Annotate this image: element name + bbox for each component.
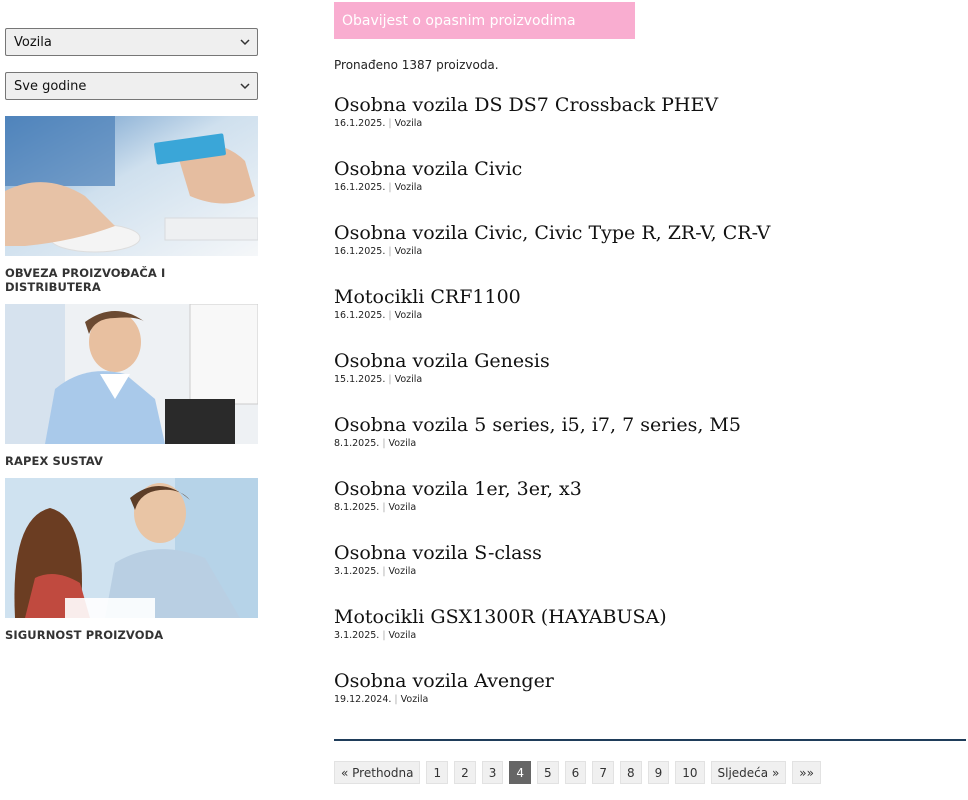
- pagination-page-9[interactable]: 9: [647, 761, 670, 784]
- list-item: Osobna vozila Civic, Civic Type R, ZR-V,…: [334, 222, 966, 286]
- item-date: 16.1.2025.: [334, 246, 386, 257]
- item-title-link[interactable]: Osobna vozila Civic: [334, 158, 966, 180]
- pagination-next-button[interactable]: Sljedeća »: [710, 761, 787, 784]
- pagination-page-5[interactable]: 5: [537, 761, 559, 784]
- list-item: Osobna vozila Avenger 19.12.2024. | Vozila: [334, 670, 966, 734]
- sidebar: Vozila Sve godine OBVEZA PROIZVOĐAČA I D…: [5, 28, 258, 652]
- meta-separator: |: [388, 310, 392, 321]
- item-title-link[interactable]: Motocikli CRF1100: [334, 286, 966, 308]
- pagination-prev-button[interactable]: « Prethodna: [334, 761, 421, 784]
- promo-caption[interactable]: SIGURNOST PROIZVODA: [5, 628, 258, 642]
- item-category-link[interactable]: Vozila: [395, 118, 423, 129]
- meta-separator: |: [388, 374, 392, 385]
- meta-separator: |: [382, 502, 386, 513]
- list-item: Osobna vozila 5 series, i5, i7, 7 series…: [334, 414, 966, 478]
- chevron-down-icon: [240, 83, 250, 90]
- promo-caption[interactable]: OBVEZA PROIZVOĐAČA I DISTRIBUTERA: [5, 266, 258, 294]
- promo-product-safety[interactable]: SIGURNOST PROIZVODA: [5, 478, 258, 642]
- pagination-page-3[interactable]: 3: [481, 761, 504, 784]
- promo-image-hands-card[interactable]: [5, 116, 258, 256]
- list-item: Osobna vozila S-class 3.1.2025. | Vozila: [334, 542, 966, 606]
- item-date: 16.1.2025.: [334, 182, 386, 193]
- item-title-link[interactable]: Osobna vozila Civic, Civic Type R, ZR-V,…: [334, 222, 966, 244]
- pagination-last-button[interactable]: »»: [792, 761, 821, 784]
- item-meta: 16.1.2025. | Vozila: [334, 246, 966, 257]
- item-meta: 8.1.2025. | Vozila: [334, 502, 966, 513]
- list-item: Osobna vozila Genesis 15.1.2025. | Vozila: [334, 350, 966, 414]
- item-title-link[interactable]: Osobna vozila Genesis: [334, 350, 966, 372]
- item-category-link[interactable]: Vozila: [389, 502, 417, 513]
- item-title-link[interactable]: Motocikli GSX1300R (HAYABUSA): [334, 606, 966, 628]
- item-meta: 19.12.2024. | Vozila: [334, 694, 966, 705]
- item-meta: 3.1.2025. | Vozila: [334, 566, 966, 577]
- item-date: 16.1.2025.: [334, 310, 386, 321]
- item-title-link[interactable]: Osobna vozila DS DS7 Crossback PHEV: [334, 94, 966, 116]
- meta-separator: |: [382, 566, 386, 577]
- promo-image-man-laptop[interactable]: [5, 304, 258, 444]
- item-category-link[interactable]: Vozila: [395, 246, 423, 257]
- promo-image-couple-documents[interactable]: [5, 478, 258, 618]
- product-list: Osobna vozila DS DS7 Crossback PHEV 16.1…: [334, 94, 966, 734]
- promo-rapex[interactable]: RAPEX SUSTAV: [5, 304, 258, 468]
- item-title-link[interactable]: Osobna vozila 5 series, i5, i7, 7 series…: [334, 414, 966, 436]
- pagination-page-2[interactable]: 2: [454, 761, 476, 784]
- category-select-value: Vozila: [14, 34, 52, 50]
- item-date: 3.1.2025.: [334, 566, 380, 577]
- item-date: 16.1.2025.: [334, 118, 386, 129]
- pagination-page-6[interactable]: 6: [564, 761, 587, 784]
- pagination-page-4-current[interactable]: 4: [509, 761, 532, 784]
- results-count: Pronađeno 1387 proizvoda.: [334, 58, 499, 72]
- item-date: 8.1.2025.: [334, 502, 380, 513]
- meta-separator: |: [388, 182, 392, 193]
- meta-separator: |: [382, 630, 386, 641]
- category-select[interactable]: Vozila: [5, 28, 258, 56]
- pagination-page-10[interactable]: 10: [675, 761, 705, 784]
- item-date: 3.1.2025.: [334, 630, 380, 641]
- item-meta: 16.1.2025. | Vozila: [334, 310, 966, 321]
- promo-caption[interactable]: RAPEX SUSTAV: [5, 454, 258, 468]
- pagination-page-8[interactable]: 8: [619, 761, 642, 784]
- item-meta: 15.1.2025. | Vozila: [334, 374, 966, 385]
- item-title-link[interactable]: Osobna vozila 1er, 3er, x3: [334, 478, 966, 500]
- item-meta: 16.1.2025. | Vozila: [334, 182, 966, 193]
- meta-separator: |: [388, 246, 392, 257]
- promo-obligations[interactable]: OBVEZA PROIZVOĐAČA I DISTRIBUTERA: [5, 116, 258, 294]
- year-select-value: Sve godine: [14, 78, 87, 94]
- chevron-down-icon: [240, 39, 250, 46]
- item-meta: 3.1.2025. | Vozila: [334, 630, 966, 641]
- list-item: Osobna vozila 1er, 3er, x3 8.1.2025. | Voz…: [334, 478, 966, 542]
- item-category-link[interactable]: Vozila: [389, 630, 417, 641]
- item-date: 15.1.2025.: [334, 374, 386, 385]
- meta-separator: |: [388, 118, 392, 129]
- list-item: Motocikli GSX1300R (HAYABUSA) 3.1.2025. |…: [334, 606, 966, 670]
- item-category-link[interactable]: Vozila: [395, 374, 423, 385]
- year-select[interactable]: Sve godine: [5, 72, 258, 100]
- pagination-page-7[interactable]: 7: [592, 761, 614, 784]
- item-category-link[interactable]: Vozila: [401, 694, 429, 705]
- item-category-link[interactable]: Vozila: [389, 566, 417, 577]
- meta-separator: |: [382, 438, 386, 449]
- item-category-link[interactable]: Vozila: [395, 182, 423, 193]
- item-meta: 16.1.2025. | Vozila: [334, 118, 966, 129]
- list-item: Motocikli CRF1100 16.1.2025. | Vozila: [334, 286, 966, 350]
- pagination: « Prethodna 1 2 3 4 5 6 7 8 9 10 Sljedeć…: [334, 761, 821, 784]
- main-content: Obavijest o opasnim proizvodima Pronađen…: [334, 0, 966, 734]
- item-category-link[interactable]: Vozila: [395, 310, 423, 321]
- item-date: 8.1.2025.: [334, 438, 380, 449]
- item-date: 19.12.2024.: [334, 694, 392, 705]
- item-title-link[interactable]: Osobna vozila S-class: [334, 542, 966, 564]
- list-item: Osobna vozila Civic 16.1.2025. | Vozila: [334, 158, 966, 222]
- pagination-page-1[interactable]: 1: [426, 761, 449, 784]
- list-divider: [334, 739, 966, 741]
- meta-separator: |: [394, 694, 398, 705]
- item-meta: 8.1.2025. | Vozila: [334, 438, 966, 449]
- item-title-link[interactable]: Osobna vozila Avenger: [334, 670, 966, 692]
- dangerous-products-banner[interactable]: Obavijest o opasnim proizvodima: [334, 2, 635, 39]
- item-category-link[interactable]: Vozila: [389, 438, 417, 449]
- list-item: Osobna vozila DS DS7 Crossback PHEV 16.1…: [334, 94, 966, 158]
